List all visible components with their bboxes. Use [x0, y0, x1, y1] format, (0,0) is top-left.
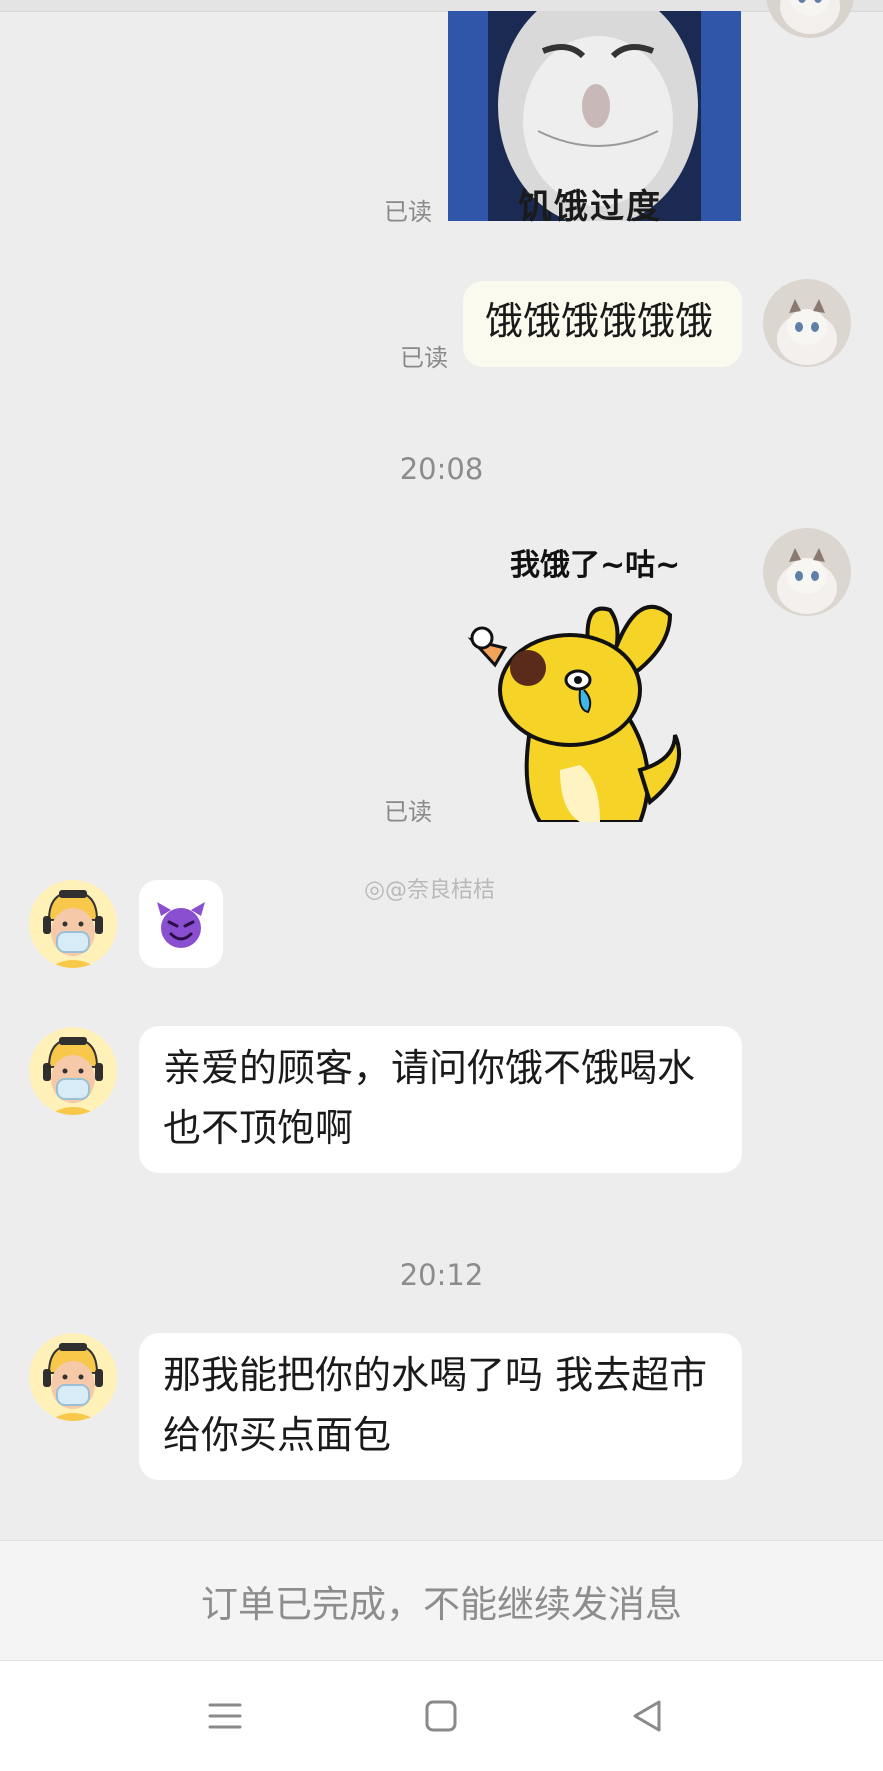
- back-button[interactable]: [623, 1691, 673, 1741]
- system-nav-bar: [0, 1660, 883, 1771]
- courier-message-bubble[interactable]: 那我能把你的水喝了吗 我去超市给你买点面包: [139, 1333, 742, 1480]
- home-button[interactable]: [416, 1691, 466, 1741]
- weibo-icon: ◎: [364, 875, 385, 903]
- courier-message-bubble[interactable]: 亲爱的顾客，请问你饿不饿喝水也不顶饱啊: [139, 1026, 742, 1173]
- courier-avatar[interactable]: [29, 1027, 117, 1115]
- menu-icon: [208, 1703, 242, 1729]
- emoji-message[interactable]: [139, 880, 223, 968]
- courier-avatar[interactable]: [29, 880, 117, 968]
- menu-button[interactable]: [200, 1691, 250, 1741]
- order-closed-text: 订单已完成，不能继续发消息: [201, 1583, 682, 1626]
- my-avatar[interactable]: [763, 279, 851, 367]
- read-status: 已读: [384, 198, 432, 226]
- status-bar-edge: [0, 0, 883, 12]
- courier-avatar-icon: [29, 1333, 117, 1421]
- timestamp: 20:12: [399, 1258, 484, 1292]
- sticker-message[interactable]: 我饿了~咕~: [460, 540, 700, 822]
- courier-avatar-icon: [29, 1027, 117, 1115]
- read-status: 已读: [384, 798, 432, 826]
- home-square-icon: [425, 1700, 457, 1732]
- my-message-bubble[interactable]: 饿饿饿饿饿饿: [463, 281, 742, 367]
- courier-avatar[interactable]: [29, 1333, 117, 1421]
- order-closed-notice: 订单已完成，不能继续发消息: [0, 1540, 883, 1661]
- cat-avatar-icon: [763, 279, 851, 367]
- weibo-watermark: ◎@奈良桔桔: [364, 875, 495, 903]
- cat-avatar-icon: [766, 0, 854, 38]
- my-avatar[interactable]: [766, 0, 854, 38]
- timestamp: 20:08: [399, 452, 484, 486]
- cat-avatar-icon: [763, 528, 851, 616]
- my-avatar[interactable]: [763, 528, 851, 616]
- meme-image-message[interactable]: 饥饿过度: [448, 11, 741, 227]
- meme-caption: 饥饿过度: [518, 187, 662, 227]
- read-status: 已读: [400, 344, 448, 372]
- back-triangle-icon: [633, 1700, 661, 1732]
- courier-avatar-icon: [29, 880, 117, 968]
- smiling-devil-emoji-icon: [157, 902, 205, 948]
